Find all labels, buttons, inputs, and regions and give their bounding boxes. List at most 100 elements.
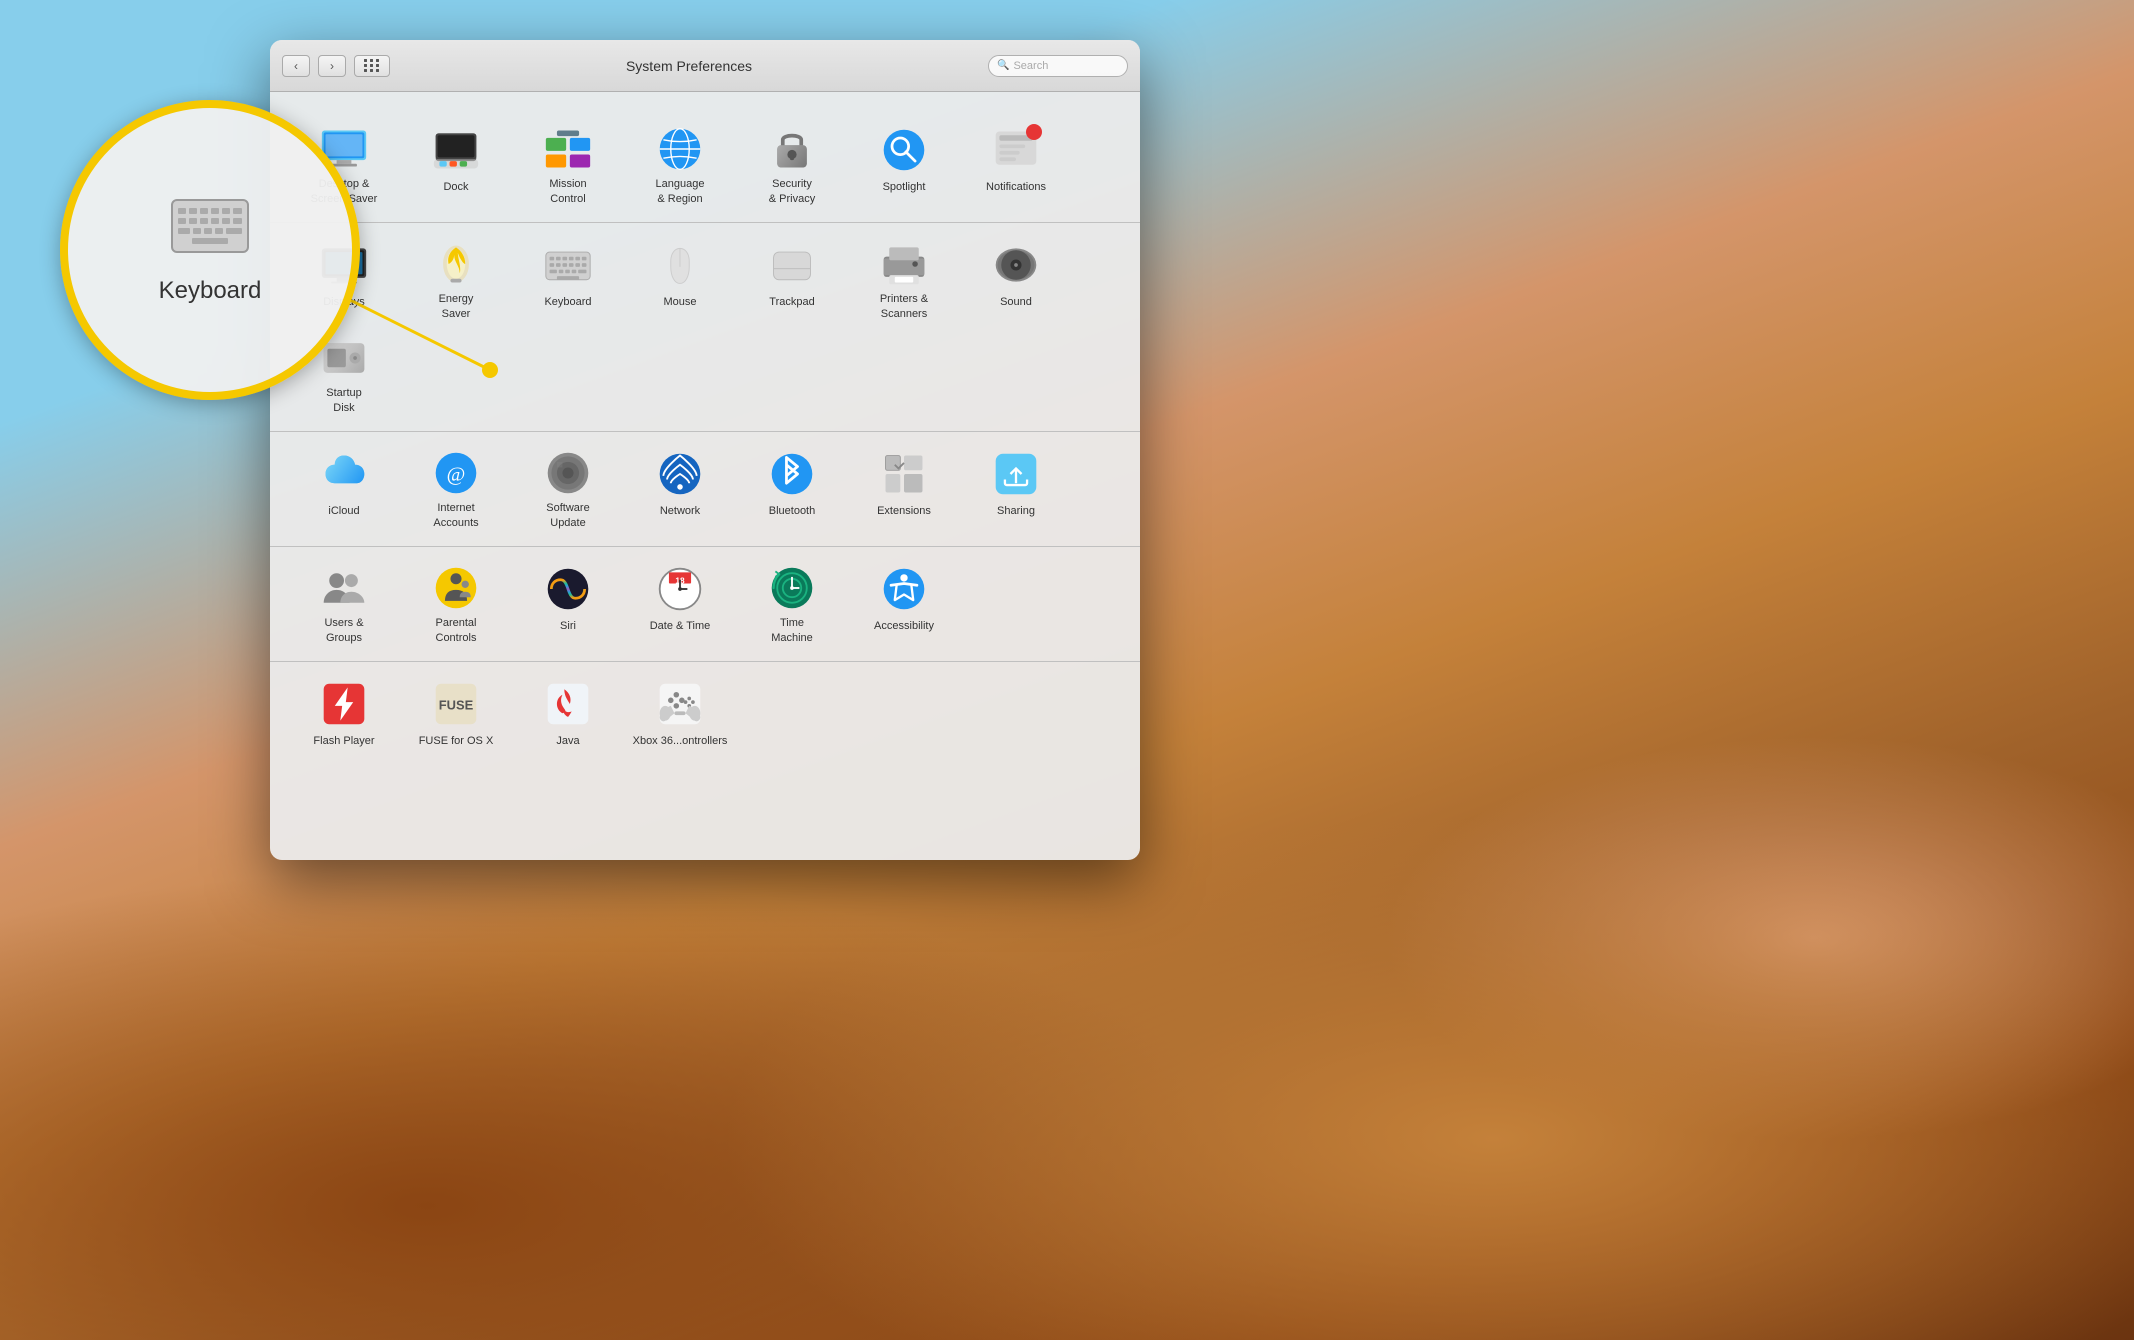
icloud-icon xyxy=(318,448,370,500)
pref-spotlight[interactable]: Spotlight xyxy=(850,116,958,206)
pref-security-privacy[interactable]: Security& Privacy xyxy=(738,116,846,206)
pref-software-update[interactable]: SoftwareUpdate xyxy=(514,440,622,530)
pref-icloud[interactable]: iCloud xyxy=(290,440,398,530)
section-internet-grid: iCloud @ InternetAccounts xyxy=(290,440,1120,530)
forward-button[interactable]: › xyxy=(318,55,346,77)
pref-extensions[interactable]: Extensions xyxy=(850,440,958,530)
pref-mission-control[interactable]: MissionControl xyxy=(514,116,622,206)
parental-controls-label: ParentalControls xyxy=(436,616,477,645)
spotlight-pref-icon xyxy=(878,124,930,176)
section-system: Users &Groups ParentalControls xyxy=(270,547,1140,662)
back-button[interactable]: ‹ xyxy=(282,55,310,77)
pref-accessibility[interactable]: Accessibility xyxy=(850,555,958,645)
fuse-osx-label: FUSE for OS X xyxy=(419,734,494,748)
pref-time-machine[interactable]: TimeMachine xyxy=(738,555,846,645)
pref-xbox-controllers[interactable]: Xbox 36...ontrollers xyxy=(626,670,734,760)
flash-player-icon xyxy=(318,678,370,730)
date-time-icon: 18 xyxy=(654,563,706,615)
xbox-controllers-label: Xbox 36...ontrollers xyxy=(633,734,728,748)
section-personal-grid: Desktop &Screen Saver xyxy=(290,116,1120,206)
titlebar: ‹ › System Preferences 🔍 Search xyxy=(270,40,1140,92)
extensions-icon xyxy=(878,448,930,500)
notifications-badge xyxy=(1026,124,1042,140)
keyboard-annotation-icon xyxy=(170,195,250,269)
pref-flash-player[interactable]: Flash Player xyxy=(290,670,398,760)
fuse-osx-icon: FUSE xyxy=(430,678,482,730)
notifications-label: Notifications xyxy=(986,180,1046,194)
accessibility-label: Accessibility xyxy=(874,619,934,633)
startup-disk-label: StartupDisk xyxy=(326,386,361,415)
connector-line xyxy=(350,300,510,380)
time-machine-label: TimeMachine xyxy=(771,616,813,645)
pref-parental-controls[interactable]: ParentalControls xyxy=(402,555,510,645)
section-other: Flash Player FUSE FUSE for OS X xyxy=(270,662,1140,776)
siri-label: Siri xyxy=(560,619,576,633)
section-internet: iCloud @ InternetAccounts xyxy=(270,432,1140,547)
parental-controls-icon xyxy=(430,563,482,612)
notifications-icon xyxy=(990,124,1042,176)
pref-siri[interactable]: Siri xyxy=(514,555,622,645)
users-groups-icon xyxy=(318,563,370,612)
bluetooth-icon xyxy=(766,448,818,500)
siri-icon xyxy=(542,563,594,615)
keyboard-icon xyxy=(542,239,594,291)
security-privacy-icon xyxy=(766,124,818,173)
pref-sharing[interactable]: Sharing xyxy=(962,440,1070,530)
spotlight-label: Spotlight xyxy=(883,180,926,194)
xbox-controllers-icon xyxy=(654,678,706,730)
pref-fuse-osx[interactable]: FUSE FUSE for OS X xyxy=(402,670,510,760)
pref-users-groups[interactable]: Users &Groups xyxy=(290,555,398,645)
trackpad-icon xyxy=(766,239,818,291)
section-other-grid: Flash Player FUSE FUSE for OS X xyxy=(290,670,1120,760)
sharing-icon xyxy=(990,448,1042,500)
pref-network[interactable]: Network xyxy=(626,440,734,530)
pref-java[interactable]: Java xyxy=(514,670,622,760)
internet-accounts-icon: @ xyxy=(430,448,482,497)
pref-language-region[interactable]: Language& Region xyxy=(626,116,734,206)
dock-label: Dock xyxy=(443,180,468,194)
energy-saver-icon xyxy=(430,239,482,288)
pref-internet-accounts[interactable]: @ InternetAccounts xyxy=(402,440,510,530)
mission-control-icon xyxy=(542,124,594,173)
search-box[interactable]: 🔍 Search xyxy=(988,55,1128,77)
network-label: Network xyxy=(660,504,700,518)
printers-scanners-icon xyxy=(878,239,930,288)
pref-mouse[interactable]: Mouse xyxy=(626,231,734,321)
trackpad-label: Trackpad xyxy=(769,295,814,309)
keyboard-annotation-label: Keyboard xyxy=(159,277,262,305)
search-icon: 🔍 xyxy=(997,60,1009,71)
pref-dock[interactable]: Dock xyxy=(402,116,510,206)
icloud-label: iCloud xyxy=(328,504,359,518)
software-update-label: SoftwareUpdate xyxy=(546,501,589,530)
grid-dots-icon xyxy=(364,59,380,72)
pref-bluetooth[interactable]: Bluetooth xyxy=(738,440,846,530)
grid-view-button[interactable] xyxy=(354,55,390,77)
language-region-label: Language& Region xyxy=(656,177,705,206)
search-placeholder: Search xyxy=(1013,60,1048,72)
pref-trackpad[interactable]: Trackpad xyxy=(738,231,846,321)
pref-notifications[interactable]: Notifications xyxy=(962,116,1070,206)
pref-sound[interactable]: Sound xyxy=(962,231,1070,321)
keyboard-label: Keyboard xyxy=(544,295,591,309)
pref-printers-scanners[interactable]: Printers &Scanners xyxy=(850,231,958,321)
language-region-icon xyxy=(654,124,706,173)
pref-keyboard[interactable]: Keyboard xyxy=(514,231,622,321)
window-title: System Preferences xyxy=(398,58,980,74)
sound-icon xyxy=(990,239,1042,291)
software-update-icon xyxy=(542,448,594,497)
network-icon xyxy=(654,448,706,500)
bluetooth-label: Bluetooth xyxy=(769,504,815,518)
mouse-icon xyxy=(654,239,706,291)
sound-label: Sound xyxy=(1000,295,1032,309)
sharing-label: Sharing xyxy=(997,504,1035,518)
printers-scanners-label: Printers &Scanners xyxy=(880,292,928,321)
svg-text:FUSE: FUSE xyxy=(439,698,474,713)
pref-date-time[interactable]: 18 Date & Time xyxy=(626,555,734,645)
flash-player-label: Flash Player xyxy=(313,734,374,748)
section-system-grid: Users &Groups ParentalControls xyxy=(290,555,1120,645)
security-privacy-label: Security& Privacy xyxy=(769,177,815,206)
keyboard-spotlight-annotation: Keyboard xyxy=(60,100,360,400)
extensions-label: Extensions xyxy=(877,504,931,518)
mouse-label: Mouse xyxy=(663,295,696,309)
java-label: Java xyxy=(556,734,579,748)
